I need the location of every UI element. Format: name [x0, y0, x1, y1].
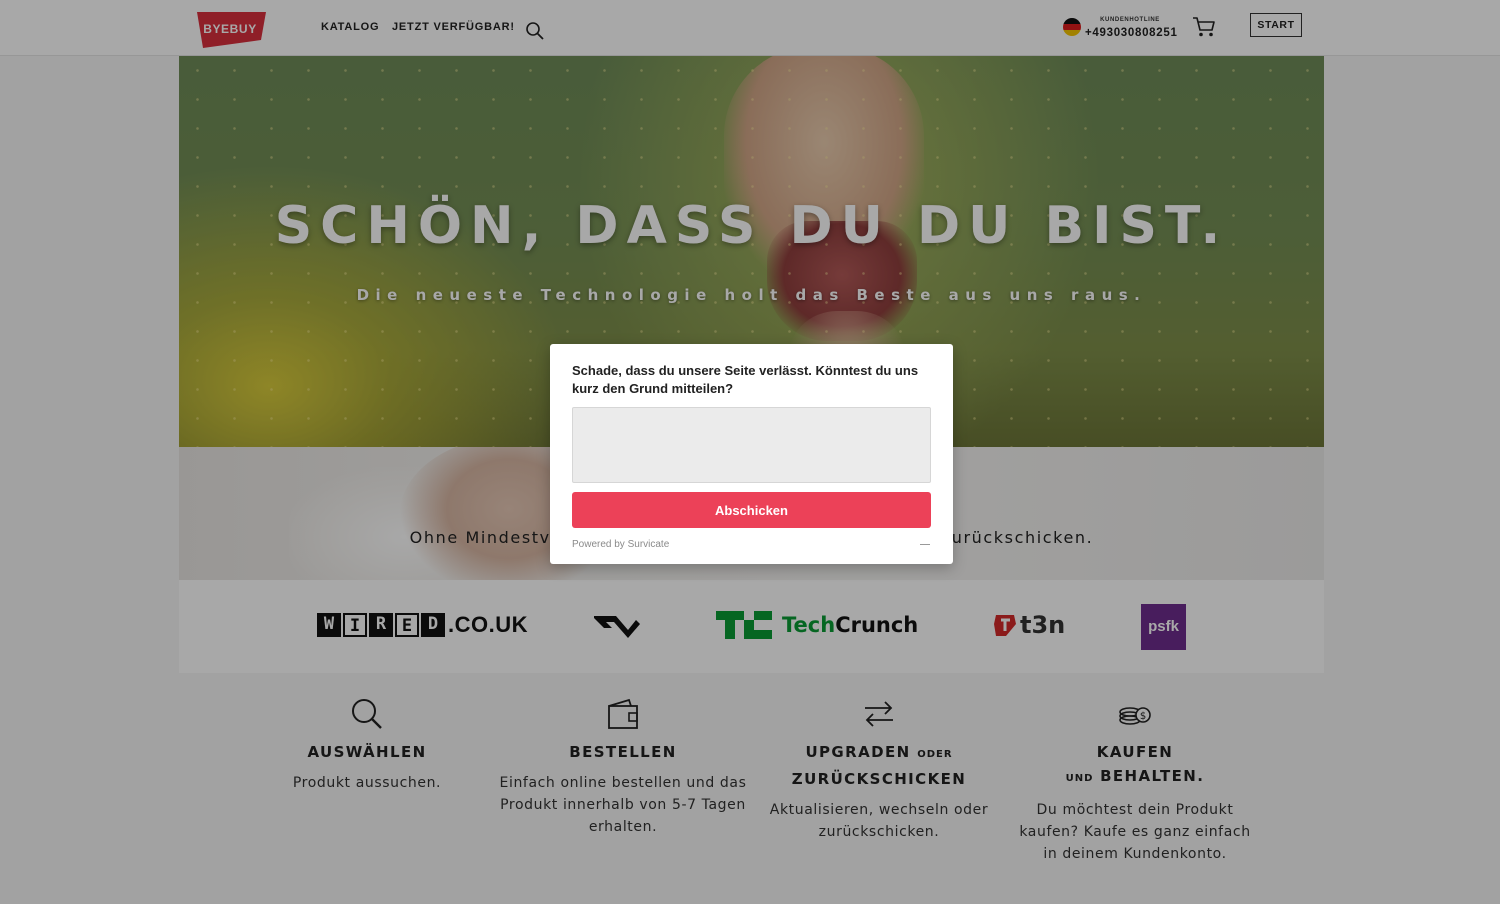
survey-question: Schade, dass du unsere Seite verlässt. K…: [572, 363, 919, 396]
survey-answer-input[interactable]: [572, 407, 931, 483]
submit-button[interactable]: Abschicken: [572, 492, 931, 528]
exit-survey-modal: Schade, dass du unsere Seite verlässt. K…: [550, 344, 953, 564]
minimize-icon[interactable]: [919, 537, 931, 549]
powered-by-link[interactable]: Powered by Survicate: [572, 539, 669, 550]
